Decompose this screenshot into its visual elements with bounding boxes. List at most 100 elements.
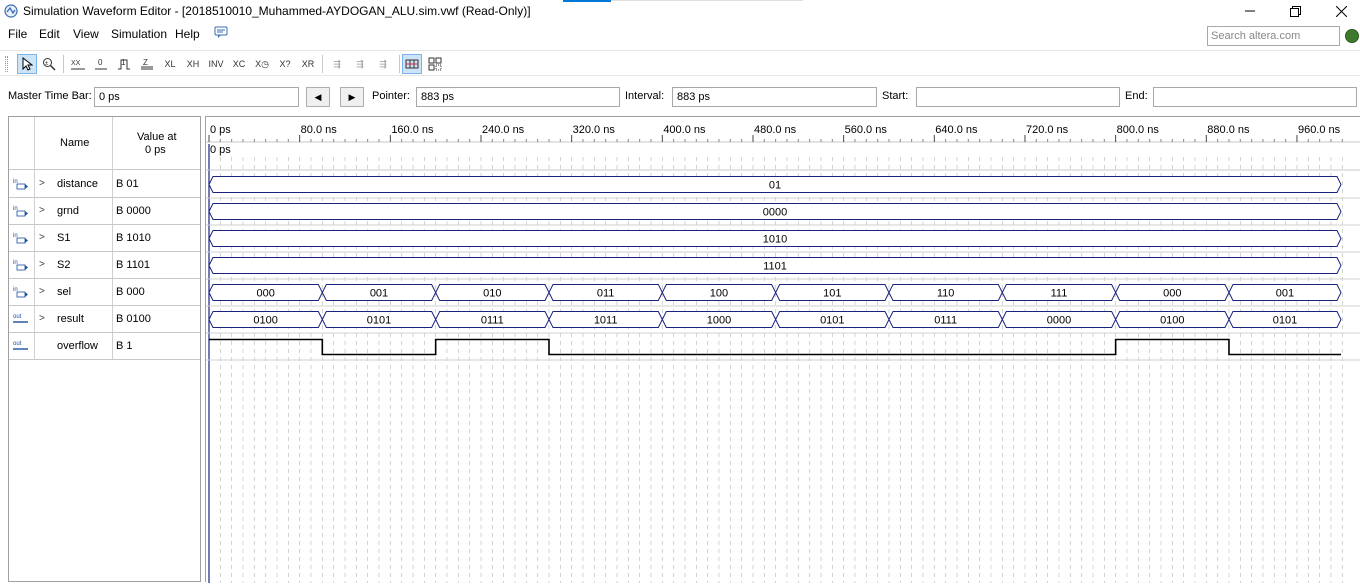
end-field[interactable]: [1153, 87, 1357, 107]
menu-edit[interactable]: Edit: [39, 27, 60, 41]
bus-value-label: 1010: [763, 234, 787, 246]
bus-value-label: 1101: [763, 261, 787, 273]
value-column-header-line2[interactable]: 0 ps: [145, 144, 166, 156]
bus-value-label: 0000: [1047, 315, 1071, 327]
count-value-button[interactable]: XC: [229, 54, 249, 74]
arbitrary-value-button[interactable]: X?: [275, 54, 295, 74]
start-label: Start:: [882, 90, 909, 102]
signal-name: distance: [57, 178, 98, 190]
output-pin-icon: out: [13, 341, 28, 350]
clock-button[interactable]: X◷: [252, 54, 272, 74]
menu-help[interactable]: Help: [175, 27, 200, 41]
triangle-right-icon: ▶: [348, 91, 356, 102]
bus-value-label: 0101: [367, 315, 391, 327]
forcing-low-icon: 0: [95, 58, 107, 70]
group-button[interactable]: [425, 54, 445, 74]
master-time-bar-label: Master Time Bar:: [8, 90, 92, 102]
forcing-low-button[interactable]: 0: [91, 54, 111, 74]
input-pin-icon: in: [13, 206, 28, 217]
bus-value-label: 101: [823, 288, 841, 300]
globe-icon[interactable]: [1345, 29, 1359, 43]
weak-low-button[interactable]: XL: [160, 54, 180, 74]
menu-simulation[interactable]: Simulation: [111, 27, 167, 41]
signal-row-distance[interactable]: in > distance B 01: [9, 171, 200, 198]
timing-simulation-icon: ⇶: [356, 58, 364, 69]
bus-value-label: 000: [256, 288, 274, 300]
signal-name: S2: [57, 259, 71, 271]
functional-simulation-button[interactable]: ⇶: [327, 54, 347, 74]
value-column-header-line1[interactable]: Value at: [137, 131, 177, 143]
uninitialized-button[interactable]: XX: [68, 54, 88, 74]
signal-row-grnd[interactable]: in > grnd B 0000: [9, 198, 200, 225]
pointer-field[interactable]: 883 ps: [416, 87, 620, 107]
time-tick-label: 320.0 ns: [573, 124, 616, 136]
toolbar: ± XX 0 1 Z XL XH INV XC X◷ X? XR ⇶ ⇶ ⇶ ⇶: [0, 50, 1360, 76]
signal-value: B 0100: [116, 313, 151, 325]
time-tick-label: 880.0 ns: [1207, 124, 1250, 136]
waveform-canvas[interactable]: 0 ps 80.0 ns 160.0 ns 240.0 ns 320.0 ns 400.0…: [206, 117, 1360, 583]
end-label: End:: [1125, 90, 1148, 102]
expand-chevron-icon[interactable]: >: [39, 259, 45, 270]
restore-icon: [1289, 5, 1301, 17]
selection-tool-button[interactable]: [17, 54, 37, 74]
signal-value: B 0000: [116, 205, 151, 217]
high-impedance-button[interactable]: Z: [137, 54, 157, 74]
zoom-tool-button[interactable]: ±: [39, 54, 59, 74]
signal-name: result: [57, 313, 84, 325]
time-tick-label: 720.0 ns: [1026, 124, 1069, 136]
input-pin-icon: in: [13, 179, 28, 190]
signal-row-sel[interactable]: in > sel B 000: [9, 279, 200, 306]
snap-to-grid-button[interactable]: [402, 54, 422, 74]
search-input[interactable]: Search altera.com: [1207, 26, 1340, 46]
master-time-bar-field[interactable]: 0 ps: [94, 87, 299, 107]
menu-view[interactable]: View: [73, 27, 99, 41]
expand-chevron-icon[interactable]: >: [39, 286, 45, 297]
high-impedance-icon: Z: [141, 58, 153, 70]
expand-chevron-icon[interactable]: >: [39, 313, 45, 324]
bus-value-label: 110: [937, 288, 955, 300]
name-column-header[interactable]: Name: [60, 137, 89, 149]
menu-file[interactable]: File: [8, 27, 27, 41]
uninitialized-icon: XX: [71, 60, 85, 70]
expand-chevron-icon[interactable]: >: [39, 205, 45, 216]
toolbar-separator: [322, 55, 323, 73]
signal-row-result[interactable]: out > result B 0100: [9, 306, 200, 333]
signal-name: S1: [57, 232, 71, 244]
time-tick-label: 560.0 ns: [845, 124, 888, 136]
expand-chevron-icon[interactable]: >: [39, 232, 45, 243]
window-title: Simulation Waveform Editor - [2018510010…: [23, 4, 531, 18]
start-field[interactable]: [916, 87, 1120, 107]
bus-value-label: 100: [710, 288, 728, 300]
grid-icon: [405, 59, 419, 69]
invert-button[interactable]: INV: [206, 54, 226, 74]
count-value-icon: XC: [232, 59, 246, 69]
interval-field[interactable]: 883 ps: [672, 87, 877, 107]
netlist-simulation-button[interactable]: ⇶: [373, 54, 393, 74]
bus-value-label: 001: [370, 288, 388, 300]
bus-value-label: 1011: [594, 315, 618, 327]
signal-row-s1[interactable]: in > S1 B 1010: [9, 225, 200, 252]
random-value-button[interactable]: XR: [298, 54, 318, 74]
minimize-button[interactable]: [1227, 0, 1273, 22]
expand-chevron-icon[interactable]: >: [39, 178, 45, 189]
signal-row-s2[interactable]: in > S2 B 1101: [9, 252, 200, 279]
title-bar: Simulation Waveform Editor - [2018510010…: [0, 0, 1360, 23]
timing-simulation-button[interactable]: ⇶: [350, 54, 370, 74]
restore-button[interactable]: [1272, 0, 1318, 22]
menu-bar: File Edit View Simulation Help: [0, 23, 1360, 47]
close-button[interactable]: [1318, 0, 1360, 22]
next-transition-button[interactable]: ▶: [340, 87, 364, 107]
svg-text:XX: XX: [71, 60, 81, 67]
signal-row-overflow[interactable]: out overflow B 1: [9, 333, 200, 360]
comment-icon[interactable]: [214, 26, 228, 39]
previous-transition-button[interactable]: ◀: [306, 87, 330, 107]
time-tick-label: 240.0 ns: [482, 124, 525, 136]
bus-value-label: 0100: [1160, 315, 1184, 327]
forcing-high-button[interactable]: 1: [114, 54, 134, 74]
minimize-icon: [1245, 10, 1255, 12]
forcing-high-icon: 1: [118, 58, 130, 70]
bus-value-label: 0111: [934, 315, 957, 327]
zoom-icon: ±: [43, 58, 56, 71]
time-tick-label: 960.0 ns: [1298, 124, 1341, 136]
weak-high-button[interactable]: XH: [183, 54, 203, 74]
